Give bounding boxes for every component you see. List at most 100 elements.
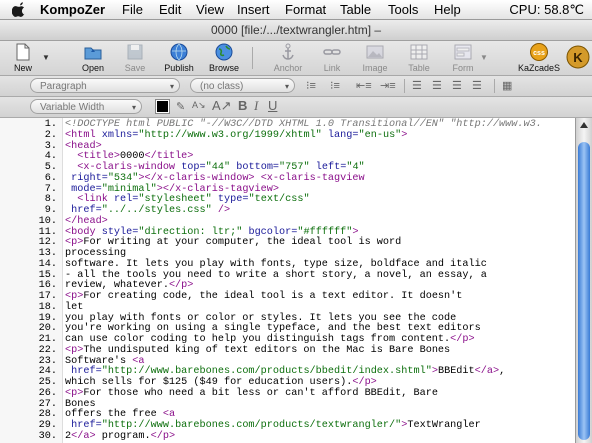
link-button[interactable]: Link bbox=[309, 41, 355, 75]
image-button[interactable]: Image bbox=[352, 41, 398, 75]
code-line[interactable]: 26. <p>For those who need a bit less or c… bbox=[0, 388, 575, 399]
code-line[interactable]: 15. - all the tools you need to write a s… bbox=[0, 270, 575, 281]
save-button[interactable]: Save bbox=[112, 41, 158, 75]
line-text[interactable]: review, whatever.</p> bbox=[65, 280, 193, 291]
line-text[interactable]: <title>0000</title> bbox=[65, 151, 193, 162]
font-select[interactable]: Variable Width ▾ bbox=[30, 99, 142, 114]
bold-icon[interactable]: B bbox=[238, 98, 247, 113]
code-line[interactable]: 30. 2</a> program.</p> bbox=[0, 431, 575, 442]
line-text[interactable]: href="../../styles.css" /> bbox=[65, 205, 230, 216]
menu-edit[interactable]: Edit bbox=[159, 2, 181, 17]
line-text[interactable]: <html xmlns="http://www.w3.org/1999/xhtm… bbox=[65, 130, 407, 141]
line-text[interactable]: Software's <a bbox=[65, 356, 144, 367]
paragraph-format-select[interactable]: Paragraph ▾ bbox=[30, 78, 180, 93]
line-text[interactable]: which sells for $125 ($49 for education … bbox=[65, 377, 377, 388]
menu-help[interactable]: Help bbox=[434, 2, 461, 17]
code-line[interactable]: 8. <link rel="stylesheet" type="text/css… bbox=[0, 194, 575, 205]
code-line[interactable]: 10. </head> bbox=[0, 216, 575, 227]
kazcades-button[interactable]: css KaZcadeS bbox=[514, 41, 564, 75]
line-text[interactable]: <p>For writing at your computer, the ide… bbox=[65, 237, 401, 248]
menu-tools[interactable]: Tools bbox=[388, 2, 418, 17]
code-line[interactable]: 24. href="http://www.barebones.com/produ… bbox=[0, 366, 575, 377]
line-text[interactable]: you play with fonts or color or styles. … bbox=[65, 313, 456, 324]
form-dropdown-arrow-icon[interactable]: ▼ bbox=[480, 53, 488, 62]
line-text[interactable]: offers the free <a bbox=[65, 409, 175, 420]
code-line[interactable]: 17. <p>For creating code, the ideal tool … bbox=[0, 291, 575, 302]
scrollbar-thumb[interactable] bbox=[578, 142, 590, 440]
larger-text-icon[interactable]: A↗ bbox=[212, 98, 232, 114]
table-button[interactable]: Table bbox=[396, 41, 442, 75]
line-text[interactable]: processing bbox=[65, 248, 126, 259]
code-line[interactable]: 13. processing bbox=[0, 248, 575, 259]
align-center-icon[interactable]: ☰ bbox=[432, 79, 442, 92]
code-line[interactable]: 16. review, whatever.</p> bbox=[0, 280, 575, 291]
menu-file[interactable]: File bbox=[122, 2, 143, 17]
menu-table[interactable]: Table bbox=[340, 2, 371, 17]
open-button[interactable]: Open bbox=[70, 41, 116, 75]
line-text[interactable]: <p>For those who need a bit less or can'… bbox=[65, 388, 438, 399]
code-line[interactable]: 19. you play with fonts or color or style… bbox=[0, 313, 575, 324]
code-line[interactable]: 28. offers the free <a bbox=[0, 409, 575, 420]
line-text[interactable]: Bones bbox=[65, 399, 96, 410]
line-text[interactable]: <head> bbox=[65, 141, 102, 152]
italic-icon[interactable]: I bbox=[254, 98, 258, 114]
line-text[interactable]: can use color coding to help you disting… bbox=[65, 334, 475, 345]
code-line[interactable]: 29. href="http://www.barebones.com/produ… bbox=[0, 420, 575, 431]
indent-icon[interactable]: ⇥≡ bbox=[380, 79, 396, 92]
line-text[interactable]: </head> bbox=[65, 216, 108, 227]
line-text[interactable]: let bbox=[65, 302, 83, 313]
code-line[interactable]: 23. Software's <a bbox=[0, 356, 575, 367]
align-right-icon[interactable]: ☰ bbox=[452, 79, 462, 92]
menu-app-kompozer[interactable]: KompoZer bbox=[40, 2, 105, 17]
publish-button[interactable]: Publish bbox=[156, 41, 202, 75]
line-text[interactable]: software. It lets you play with fonts, t… bbox=[65, 259, 487, 270]
cell-select-icon[interactable]: ▦ bbox=[502, 79, 512, 92]
line-text[interactable]: <x-claris-window top="44" bottom="757" l… bbox=[65, 162, 364, 173]
align-left-icon[interactable]: ☰ bbox=[412, 79, 422, 92]
code-line[interactable]: 20. you're working on using a single type… bbox=[0, 323, 575, 334]
line-text[interactable]: <link rel="stylesheet" type="text/css" bbox=[65, 194, 309, 205]
line-text[interactable]: - all the tools you need to write a shor… bbox=[65, 270, 487, 281]
browse-button[interactable]: Browse bbox=[201, 41, 247, 75]
vertical-scrollbar[interactable] bbox=[575, 118, 592, 443]
line-text[interactable]: mode="minimal"></x-claris-tagview> bbox=[65, 184, 279, 195]
line-text[interactable]: <p>For creating code, the ideal tool is … bbox=[65, 291, 462, 302]
code-line[interactable]: 27. Bones bbox=[0, 399, 575, 410]
code-line[interactable]: 4. <title>0000</title> bbox=[0, 151, 575, 162]
code-line[interactable]: 3. <head> bbox=[0, 141, 575, 152]
code-line[interactable]: 7. mode="minimal"></x-claris-tagview> bbox=[0, 184, 575, 195]
code-line[interactable]: 9. href="../../styles.css" /> bbox=[0, 205, 575, 216]
line-text[interactable]: <!DOCTYPE html PUBLIC "-//W3C//DTD XHTML… bbox=[65, 119, 542, 130]
new-dropdown-arrow-icon[interactable]: ▼ bbox=[42, 53, 50, 62]
code-line[interactable]: 22. <p>The undisputed king of text editor… bbox=[0, 345, 575, 356]
code-line[interactable]: 5. <x-claris-window top="44" bottom="757… bbox=[0, 162, 575, 173]
code-line[interactable]: 6. right="534"></x-claris-window> <x-cla… bbox=[0, 173, 575, 184]
line-text[interactable]: right="534"></x-claris-window> <x-claris… bbox=[65, 173, 365, 184]
source-editor[interactable]: 1. <!DOCTYPE html PUBLIC "-//W3C//DTD XHT… bbox=[0, 118, 575, 443]
line-text[interactable]: <p>The undisputed king of text editors o… bbox=[65, 345, 450, 356]
code-line[interactable]: 21. can use color coding to help you dist… bbox=[0, 334, 575, 345]
new-button[interactable]: New bbox=[0, 41, 46, 75]
anchor-button[interactable]: Anchor bbox=[265, 41, 311, 75]
class-select[interactable]: (no class) ▾ bbox=[190, 78, 295, 93]
code-line[interactable]: 14. software. It lets you play with fonts… bbox=[0, 259, 575, 270]
outdent-icon[interactable]: ⇤≡ bbox=[356, 79, 372, 92]
code-line[interactable]: 1. <!DOCTYPE html PUBLIC "-//W3C//DTD XHT… bbox=[0, 119, 575, 130]
scroll-up-arrow-icon[interactable] bbox=[580, 122, 588, 128]
underline-icon[interactable]: U bbox=[268, 98, 277, 113]
line-text[interactable]: you're working on using a single typefac… bbox=[65, 323, 481, 334]
smaller-text-icon[interactable]: A↘ bbox=[192, 100, 206, 111]
line-text[interactable]: 2</a> program.</p> bbox=[65, 431, 175, 442]
code-line[interactable]: 12. <p>For writing at your computer, the … bbox=[0, 237, 575, 248]
line-text[interactable]: href="http://www.barebones.com/products/… bbox=[65, 420, 481, 431]
code-line[interactable]: 2. <html xmlns="http://www.w3.org/1999/xh… bbox=[0, 130, 575, 141]
code-line[interactable]: 18. let bbox=[0, 302, 575, 313]
code-line[interactable]: 25. which sells for $125 ($49 for educati… bbox=[0, 377, 575, 388]
numbered-list-icon[interactable]: ⁝≡ bbox=[330, 79, 340, 92]
align-justify-icon[interactable]: ☰ bbox=[472, 79, 482, 92]
highlight-pen-icon[interactable]: ✎ bbox=[176, 100, 185, 113]
text-color-swatch[interactable] bbox=[155, 99, 170, 114]
menu-view[interactable]: View bbox=[196, 2, 224, 17]
apple-menu-icon[interactable] bbox=[12, 1, 26, 17]
line-text[interactable]: href="http://www.barebones.com/products/… bbox=[65, 366, 505, 377]
